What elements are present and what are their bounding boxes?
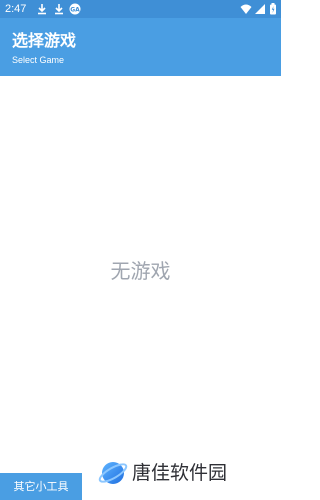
circle-badge-text: GA	[70, 6, 80, 13]
download-icon	[53, 3, 65, 15]
app-bar: 选择游戏 Select Game	[0, 18, 281, 76]
page-subtitle: Select Game	[12, 55, 65, 65]
status-bar: 2:47 GA	[0, 0, 281, 18]
circle-badge-icon: GA	[69, 3, 81, 15]
wifi-icon	[240, 3, 252, 15]
status-time: 2:47	[5, 3, 27, 15]
empty-state-text: 无游戏	[110, 259, 171, 283]
watermark-text: 唐佳软件园	[132, 462, 228, 484]
signal-icon	[254, 3, 266, 15]
page-title: 选择游戏	[12, 31, 77, 50]
battery-icon	[269, 3, 277, 15]
watermark-logo-icon	[98, 462, 128, 484]
other-tools-button[interactable]: 其它小工具	[0, 473, 82, 500]
download-icon	[36, 3, 48, 15]
